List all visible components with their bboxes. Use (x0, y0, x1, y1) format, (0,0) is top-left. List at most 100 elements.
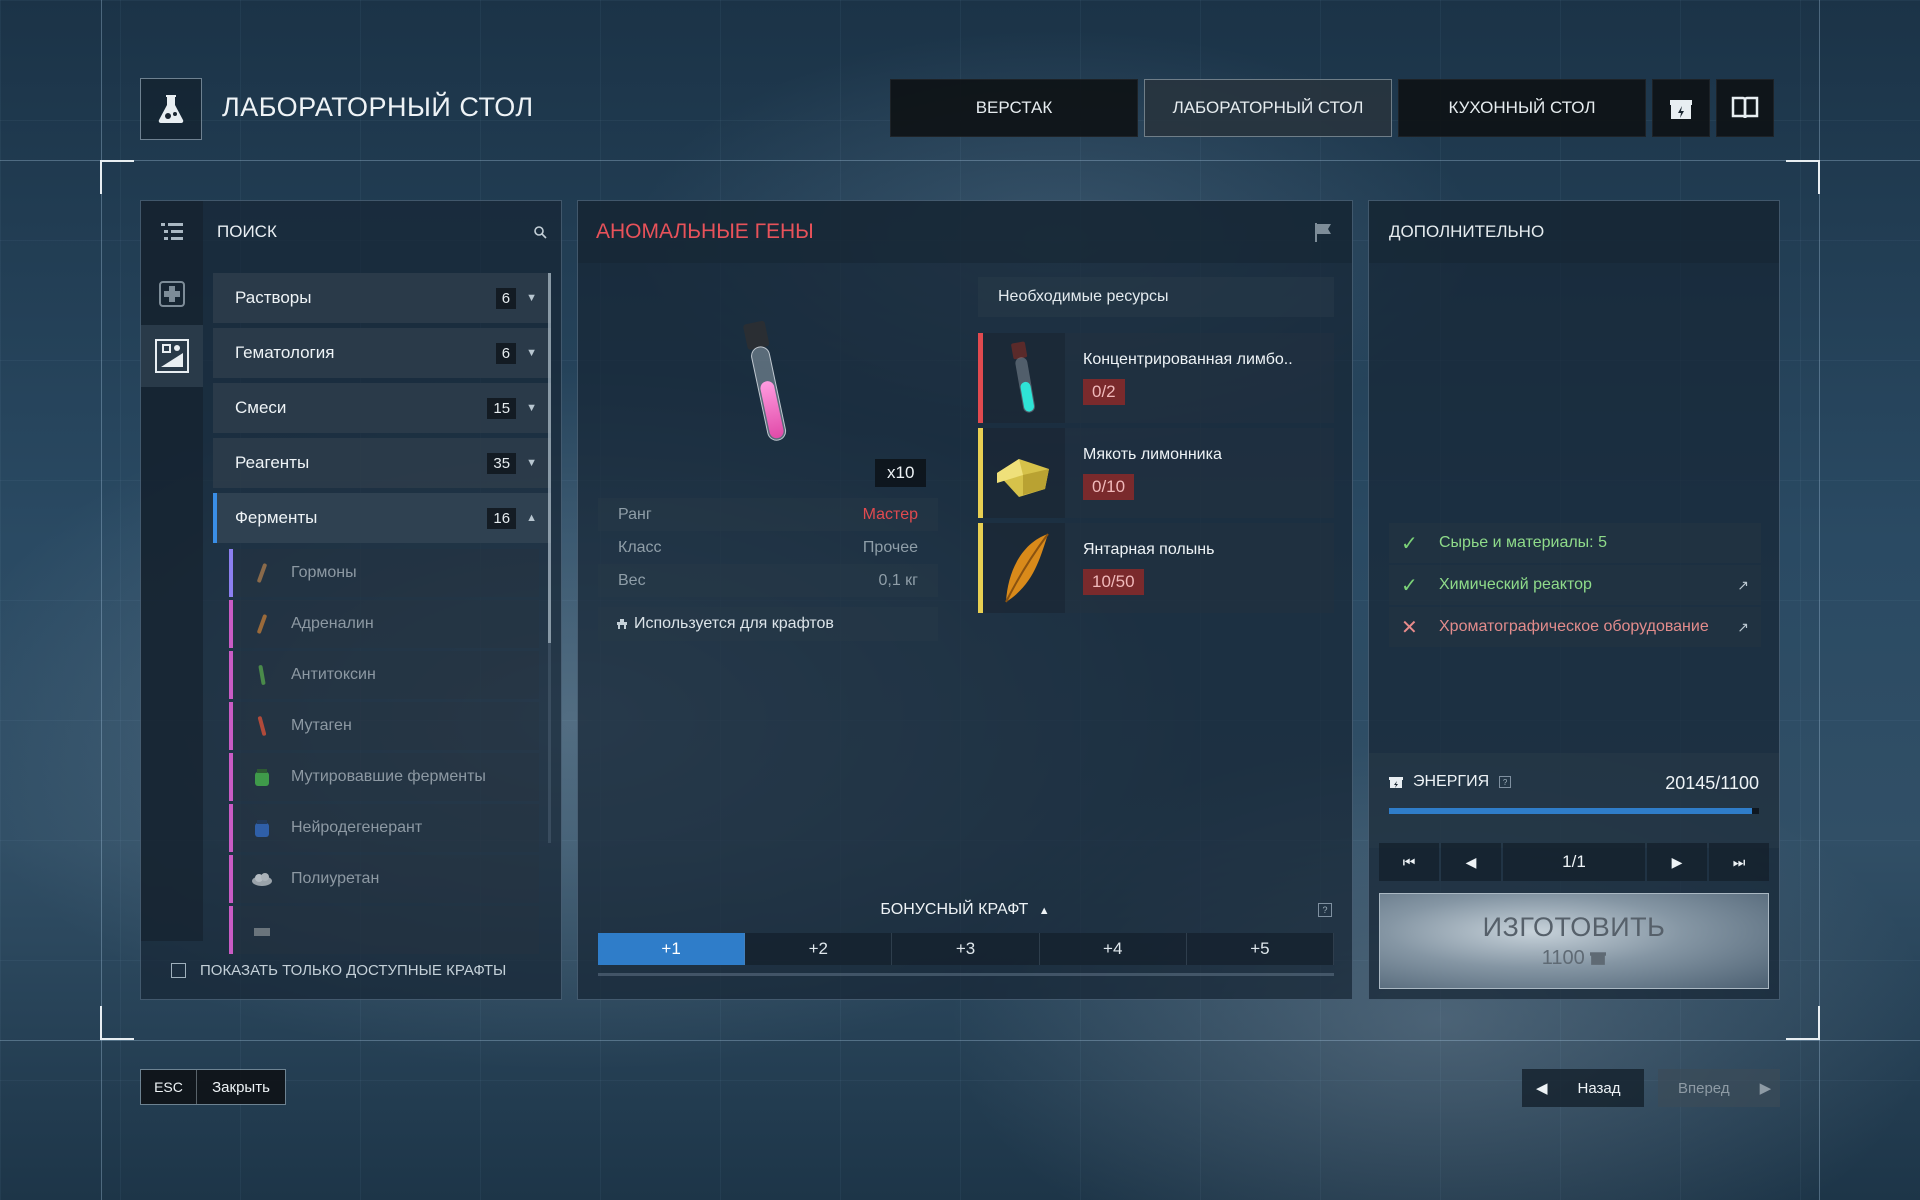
jar-icon (251, 817, 273, 839)
scrollbar-thumb[interactable] (548, 273, 551, 643)
category-enzymes[interactable]: Ферменты 16 ▲ (213, 493, 551, 543)
stat-value: Прочее (862, 538, 918, 556)
list-item[interactable]: Адреналин (229, 600, 539, 648)
recipe-detail-panel: АНОМАЛЬНЫЕ ГЕНЫ x10 Ранг Мастер Класс Пр… (577, 200, 1353, 1000)
station-tabs: ВЕРСТАК ЛАБОРАТОРНЫЙ СТОЛ КУХОННЫЙ СТОЛ (890, 79, 1774, 137)
external-link-icon[interactable]: ↗ (1737, 577, 1749, 594)
book-icon[interactable] (1716, 79, 1774, 137)
last-page-button[interactable]: ⏭ (1709, 843, 1769, 881)
back-button[interactable]: ◀ Назад (1522, 1069, 1644, 1107)
medical-category-icon[interactable] (141, 263, 203, 325)
search-input[interactable]: ПОИСК (203, 201, 561, 263)
item-stats: Ранг Мастер Класс Прочее Вес 0,1 кг (598, 498, 938, 597)
category-solutions[interactable]: Растворы 6 ▼ (213, 273, 551, 323)
category-hematology[interactable]: Гематология 6 ▼ (213, 328, 551, 378)
list-item-label: Нейродегенерант (291, 819, 423, 836)
check-icon: ✓ (1401, 532, 1418, 555)
list-item-label: Гормоны (291, 564, 357, 581)
list-view-icon[interactable] (141, 201, 203, 263)
energy-gift-icon[interactable] (1652, 79, 1710, 137)
list-item-label: Мутаген (291, 717, 352, 734)
close-label: Закрыть (197, 1070, 285, 1104)
category-count: 6 (495, 287, 517, 309)
list-item-label: Мутировавшие ферменты (291, 768, 486, 785)
frame-corner (100, 1006, 134, 1040)
craft-button[interactable]: ИЗГОТОВИТЬ 1100 (1379, 893, 1769, 989)
tab-lab-table[interactable]: ЛАБОРАТОРНЫЙ СТОЛ (1144, 79, 1392, 137)
requirement-row[interactable]: ✓ Химический реактор ↗ (1389, 565, 1761, 605)
vial-icon (251, 664, 273, 686)
stat-row: Ранг Мастер (598, 498, 938, 531)
list-item[interactable]: Мутировавшие ферменты (229, 753, 539, 801)
panel-title: ДОПОЛНИТЕЛЬНО (1369, 201, 1779, 263)
category-name: Растворы (235, 288, 312, 307)
bonus-craft-toggle[interactable]: БОНУСНЫЙ КРАФТ ▲ (578, 901, 1352, 919)
resource-name: Мякоть лимонника (1083, 446, 1222, 463)
energy-box: ЭНЕРГИЯ ? 20145/1100 (1369, 753, 1779, 848)
pager: ⏮ ◀ 1/1 ▶ ⏭ (1379, 843, 1769, 881)
foam-icon (251, 868, 273, 890)
bonus-tab[interactable]: +5 (1186, 933, 1335, 965)
chevron-up-icon: ▲ (1038, 905, 1050, 917)
stat-label: Ранг (618, 505, 652, 523)
show-available-toggle[interactable]: ПОКАЗАТЬ ТОЛЬКО ДОСТУПНЫЕ КРАФТЫ (171, 962, 506, 979)
help-icon[interactable]: ? (1499, 776, 1512, 788)
tab-kitchen-table[interactable]: КУХОННЫЙ СТОЛ (1398, 79, 1646, 137)
bonus-tab[interactable]: +2 (745, 933, 893, 965)
category-reagents[interactable]: Реагенты 35 ▼ (213, 438, 551, 488)
craft-cost: 1100 (1542, 947, 1607, 970)
list-item[interactable]: Нейродегенерант (229, 804, 539, 852)
arrow-left-icon: ◀ (1536, 1080, 1548, 1097)
tab-workbench[interactable]: ВЕРСТАК (890, 79, 1138, 137)
search-icon (534, 226, 547, 239)
help-icon[interactable]: ? (1318, 903, 1332, 917)
checkbox[interactable] (171, 963, 186, 978)
item-preview (598, 276, 938, 486)
category-name: Реагенты (235, 453, 310, 472)
used-for-crafts[interactable]: Используется для крафтов (598, 607, 938, 641)
flag-icon[interactable] (1312, 221, 1334, 243)
quantity-badge: x10 (875, 459, 927, 487)
bonus-craft-tabs: +1 +2 +3 +4 +5 (598, 933, 1335, 965)
close-button[interactable]: ESC Закрыть (140, 1069, 286, 1105)
list-item[interactable]: Гормоны (229, 549, 539, 597)
lab-flask-icon (140, 78, 202, 140)
next-page-button[interactable]: ▶ (1647, 843, 1707, 881)
craft-button-label: ИЗГОТОВИТЬ (1482, 912, 1666, 942)
recipe-list-panel: ПОИСК Растворы 6 ▼ Гематология 6 ▼ Смеси… (140, 200, 562, 1000)
list-item[interactable]: Антитоксин (229, 651, 539, 699)
craft-cost-value: 1100 (1541, 947, 1585, 969)
frame-corner (100, 160, 134, 194)
resources-title: Необходимые ресурсы (978, 277, 1334, 317)
category-mixtures[interactable]: Смеси 15 ▼ (213, 383, 551, 433)
frame-corner (1786, 1006, 1820, 1040)
energy-bar-fill (1389, 808, 1752, 814)
list-item[interactable] (229, 906, 539, 954)
category-count: 6 (495, 342, 517, 364)
arrow-right-icon: ▶ (1759, 1080, 1772, 1097)
list-item[interactable]: Полиуретан (229, 855, 539, 903)
resource-row[interactable]: Янтарная полынь 10/50 (978, 523, 1334, 613)
bonus-tab[interactable]: +1 (598, 933, 746, 965)
external-link-icon[interactable]: ↗ (1737, 619, 1749, 636)
stat-value: 0,1 кг (878, 571, 918, 589)
requirement-label: Хроматографическое оборудование (1439, 618, 1709, 635)
requirement-row[interactable]: ✕ Хроматографическое оборудование ↗ (1389, 607, 1761, 647)
forward-button[interactable]: Вперед ▶ (1658, 1069, 1780, 1107)
resource-name: Янтарная полынь (1083, 541, 1215, 558)
category-name: Гематология (235, 343, 335, 362)
requirement-label: Химический реактор (1439, 576, 1592, 593)
bonus-tab[interactable]: +4 (1039, 933, 1187, 965)
additional-panel: ДОПОЛНИТЕЛЬНО ✓ Сырье и материалы: 5 ✓ Х… (1368, 200, 1780, 1000)
list-item[interactable]: Мутаген (229, 702, 539, 750)
resource-row[interactable]: Мякоть лимонника 0/10 (978, 428, 1334, 518)
page-title: ЛАБОРАТОРНЫЙ СТОЛ (222, 92, 534, 122)
first-page-button[interactable]: ⏮ (1379, 843, 1439, 881)
energy-icon (1389, 777, 1403, 788)
resource-row[interactable]: Концентрированная лимбо.. 0/2 (978, 333, 1334, 423)
vial-icon (251, 715, 273, 737)
prev-page-button[interactable]: ◀ (1441, 843, 1501, 881)
stat-row: Вес 0,1 кг (598, 564, 938, 597)
bonus-tab[interactable]: +3 (892, 933, 1040, 965)
chemistry-category-icon[interactable] (141, 325, 203, 387)
